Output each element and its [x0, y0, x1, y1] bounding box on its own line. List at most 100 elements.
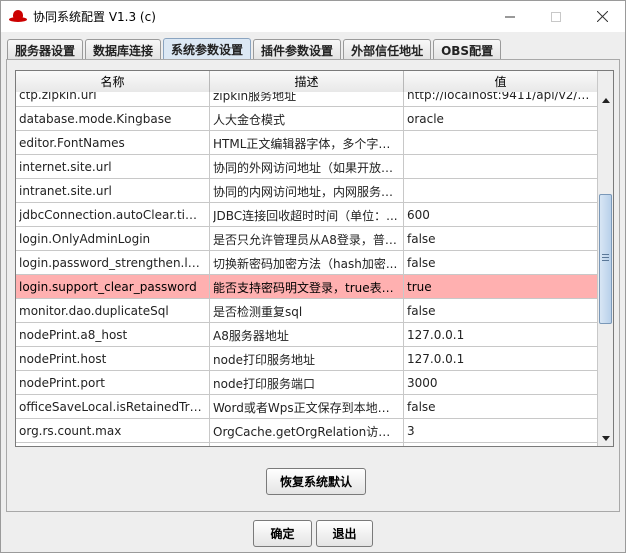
table-row[interactable]: nodePrint.port node打印服务端口 3000	[16, 371, 598, 395]
cell-text: 切换新密码加密方法（hash加密...	[213, 256, 398, 271]
cell-value[interactable]: oracle	[404, 107, 598, 131]
cell-description[interactable]: 协同的外网访问地址（如果开放了...	[210, 155, 404, 179]
cell-value[interactable]: http://localhost:9411/api/v2/spans	[404, 92, 598, 107]
cell-description[interactable]: A8服务器地址	[210, 323, 404, 347]
table-row[interactable]: internet.site.url 协同的外网访问地址（如果开放了...	[16, 155, 598, 179]
cell-text: zipkin服务地址	[213, 92, 297, 103]
close-button[interactable]	[579, 1, 625, 32]
cell-value[interactable]: false	[404, 299, 598, 323]
cell-text: nodePrint.port	[19, 376, 105, 390]
cell-name[interactable]: login.OnlyAdminLogin	[16, 227, 210, 251]
cell-description[interactable]: zipkin服务地址	[210, 92, 404, 107]
cell-name[interactable]: monitor.dao.duplicateSql	[16, 299, 210, 323]
cell-text: 协同的外网访问地址（如果开放了...	[213, 160, 400, 175]
cell-name[interactable]: database.mode.Kingbase	[16, 107, 210, 131]
cell-description[interactable]: JDBC连接回收超时时间（单位：...	[210, 203, 404, 227]
cell-value[interactable]	[404, 155, 598, 179]
cell-name[interactable]: nodePrint.host	[16, 347, 210, 371]
cell-value[interactable]: 127.0.0.1	[404, 347, 598, 371]
exit-button[interactable]: 退出	[316, 520, 373, 547]
vertical-scrollbar[interactable]	[597, 71, 613, 446]
table-row[interactable]: nodePrint.a8_host A8服务器地址 127.0.0.1	[16, 323, 598, 347]
cell-text: officeSaveLocal.isRetainedTraces	[19, 400, 206, 414]
cell-name[interactable]: login.password_strengthen.login...	[16, 251, 210, 275]
header-value[interactable]: 值	[404, 71, 598, 92]
cell-name[interactable]: jdbcConnection.autoClear.timeOut	[16, 203, 210, 227]
table-row[interactable]: login.support_clear_password 能否支持密码明文登录，t…	[16, 275, 598, 299]
cell-value[interactable]: false	[404, 395, 598, 419]
cell-value[interactable]: 600	[404, 203, 598, 227]
cell-description[interactable]: 切换新密码加密方法（hash加密...	[210, 251, 404, 275]
cell-value[interactable]: false	[404, 227, 598, 251]
cell-description[interactable]: 协同的内网访问地址，内网服务器...	[210, 179, 404, 203]
scroll-track[interactable]	[599, 109, 612, 427]
tab-4[interactable]: 外部信任地址	[343, 39, 432, 60]
table-row[interactable]: monitor.dao.duplicateSql 是否检测重复sql false	[16, 299, 598, 323]
restore-defaults-button[interactable]: 恢复系统默认	[266, 468, 366, 495]
cell-value[interactable]	[404, 179, 598, 203]
table-row[interactable]: officeSaveLocal.isRetainedTraces Word或者Wp…	[16, 395, 598, 419]
title-bar[interactable]: 协同系统配置 V1.3 (c)	[1, 1, 625, 32]
cell-name[interactable]: nodePrint.port	[16, 371, 210, 395]
header-name[interactable]: 名称	[16, 71, 210, 92]
params-table: 名称 描述 值 ctp.zipkin.url zipkin服务地址 http://l…	[15, 70, 614, 447]
cell-name[interactable]: officeSaveLocal.isRetainedTraces	[16, 395, 210, 419]
table-row[interactable]: nodePrint.host node打印服务地址 127.0.0.1	[16, 347, 598, 371]
scroll-up-arrow-icon[interactable]	[598, 92, 613, 108]
scroll-down-arrow-icon[interactable]	[598, 430, 613, 446]
cell-text: 是否检测重复sql	[213, 304, 303, 319]
tab-3[interactable]: 插件参数设置	[253, 39, 342, 60]
cell-description[interactable]: 人大金仓模式	[210, 107, 404, 131]
cell-description[interactable]: node打印服务端口	[210, 371, 404, 395]
cell-description[interactable]: OrgCache.getOrgRelation访问监...	[210, 419, 404, 443]
cell-name[interactable]: org.rs.count.max	[16, 419, 210, 443]
header-description[interactable]: 描述	[210, 71, 404, 92]
cell-description[interactable]: node打印服务地址	[210, 347, 404, 371]
table-row[interactable]: login.password_strengthen.login... 切换新密码加…	[16, 251, 598, 275]
table-row[interactable]: jdbcConnection.autoClear.timeOut JDBC连接回收…	[16, 203, 598, 227]
cell-name[interactable]: internet.site.url	[16, 155, 210, 179]
cell-description[interactable]: 能否支持密码明文登录，true表示...	[210, 275, 404, 299]
cell-name[interactable]: ctp.zipkin.url	[16, 92, 210, 107]
cell-value[interactable]	[404, 443, 598, 446]
table-row[interactable]: editor.FontNames HTML正文编辑器字体，多个字体...	[16, 131, 598, 155]
cell-name[interactable]: intranet.site.url	[16, 179, 210, 203]
minimize-button[interactable]	[487, 1, 533, 32]
tab-0[interactable]: 服务器设置	[7, 39, 84, 60]
cell-text: 3000	[407, 376, 438, 390]
tab-5[interactable]: OBS配置	[433, 39, 502, 60]
cell-text: internet.site.url	[19, 160, 112, 174]
tab-2[interactable]: 系统参数设置	[163, 38, 252, 60]
table-row[interactable]: intranet.site.url 协同的内网访问地址，内网服务器...	[16, 179, 598, 203]
scroll-thumb[interactable]	[599, 194, 612, 324]
cell-description[interactable]: 是否只允许管理员从A8登录，普通...	[210, 227, 404, 251]
tab-1[interactable]: 数据库连接	[85, 39, 162, 60]
cell-value[interactable]	[404, 131, 598, 155]
cell-text: oracle	[407, 112, 444, 126]
cell-description[interactable]: HTML正文编辑器字体，多个字体...	[210, 131, 404, 155]
cell-text: jdbcConnection.autoClear.timeOut	[19, 208, 206, 222]
table-row[interactable]: org.rs.count.max OrgCache.getOrgRelation访…	[16, 419, 598, 443]
table-row[interactable]: database.mode.Kingbase 人大金仓模式 oracle	[16, 107, 598, 131]
cell-name[interactable]: nodePrint.a8_host	[16, 323, 210, 347]
cell-description[interactable]	[210, 443, 404, 446]
cell-value[interactable]: 127.0.0.1	[404, 323, 598, 347]
cell-description[interactable]: Word或者Wps正文保存到本地是...	[210, 395, 404, 419]
table-row[interactable]: ctp.zipkin.url zipkin服务地址 http://localhost…	[16, 92, 598, 107]
cell-value[interactable]: 3000	[404, 371, 598, 395]
window-title: 协同系统配置 V1.3 (c)	[33, 10, 156, 24]
table-row[interactable]	[16, 443, 598, 446]
cell-text: true	[407, 280, 432, 294]
cell-description[interactable]: 是否检测重复sql	[210, 299, 404, 323]
cell-name[interactable]	[16, 443, 210, 446]
cell-value[interactable]: 3	[404, 419, 598, 443]
ok-button[interactable]: 确定	[253, 520, 312, 547]
table-row[interactable]: login.OnlyAdminLogin 是否只允许管理员从A8登录，普通... f…	[16, 227, 598, 251]
cell-text: Word或者Wps正文保存到本地是...	[213, 400, 400, 415]
cell-name[interactable]: editor.FontNames	[16, 131, 210, 155]
cell-value[interactable]: false	[404, 251, 598, 275]
cell-text: 600	[407, 208, 430, 222]
cell-name[interactable]: login.support_clear_password	[16, 275, 210, 299]
cell-value[interactable]: true	[404, 275, 598, 299]
minimize-icon	[505, 16, 515, 17]
